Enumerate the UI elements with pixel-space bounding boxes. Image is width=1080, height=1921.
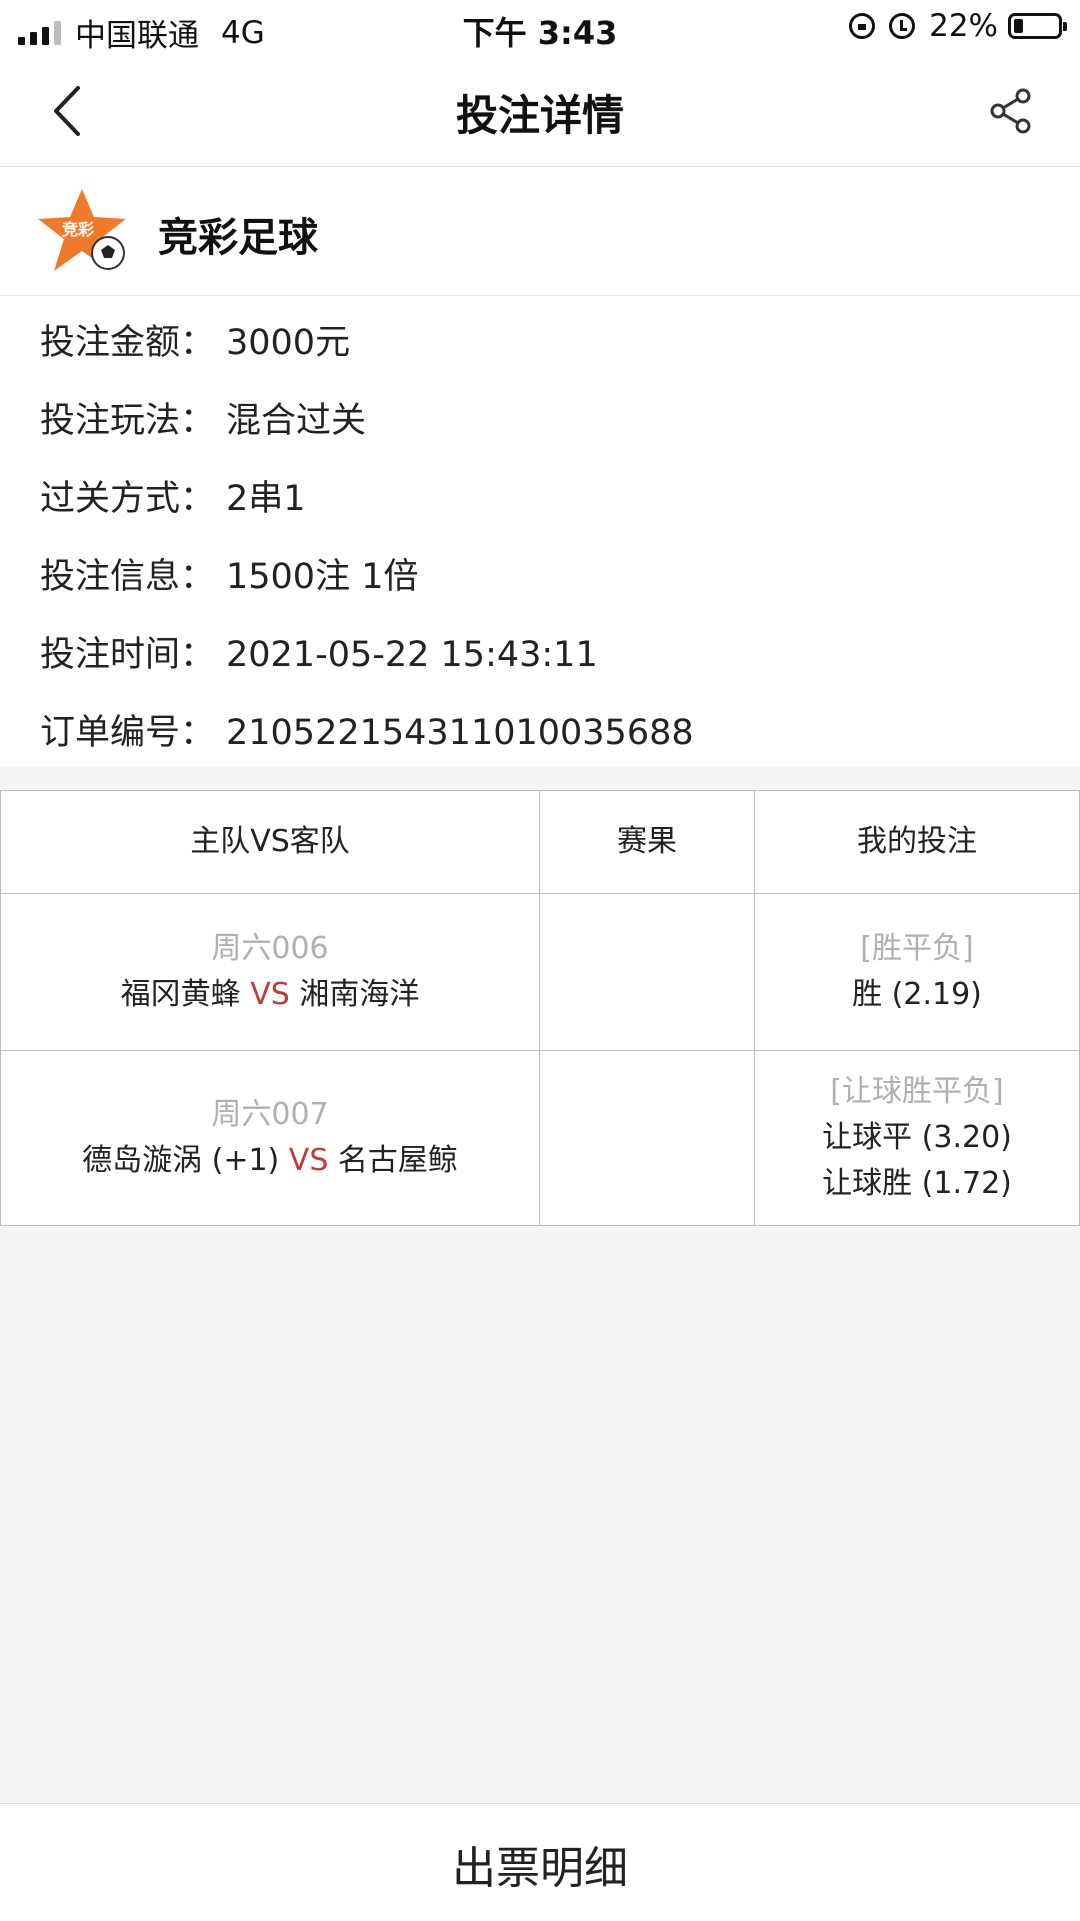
info-label: 投注金额： bbox=[40, 323, 216, 363]
alarm-icon bbox=[889, 13, 916, 39]
lottery-header: 竞彩 竞彩足球 bbox=[0, 167, 1080, 296]
info-value: 混合过关 bbox=[226, 401, 367, 441]
lottery-logo: 竞彩 bbox=[38, 187, 134, 277]
match-teams: 德岛漩涡 (+1) VS 名古屋鲸 bbox=[82, 1138, 458, 1184]
away-team: 湘南海洋 bbox=[299, 977, 420, 1012]
vs-label: VS bbox=[288, 1143, 329, 1178]
header-teams: 主队VS客队 bbox=[0, 791, 539, 893]
info-row-order-no: 订单编号： 2105221543110100356​88 bbox=[40, 704, 694, 755]
info-label: 订单编号： bbox=[40, 713, 216, 753]
info-row-amount: 投注金额： 3000元 bbox=[40, 314, 350, 365]
match-table: 主队VS客队 赛果 我的投注 周六006 福冈黄蜂 VS 湘南海洋 [胜平负] … bbox=[0, 790, 1080, 1226]
share-icon bbox=[990, 88, 1031, 134]
result-cell bbox=[539, 1051, 754, 1225]
bet-selection: 胜 (2.19) bbox=[852, 977, 982, 1012]
bet-cell: [胜平负] 胜 (2.19) bbox=[754, 894, 1080, 1050]
nav-header: 投注详情 bbox=[0, 56, 1080, 167]
info-row-pass-type: 过关方式： 2串1 bbox=[40, 470, 306, 521]
match-cell: 周六006 福冈黄蜂 VS 湘南海洋 bbox=[0, 894, 539, 1050]
home-team: 德岛漩涡 (+1) bbox=[82, 1143, 280, 1178]
table-header-row: 主队VS客队 赛果 我的投注 bbox=[0, 791, 1080, 894]
table-row: 周六007 德岛漩涡 (+1) VS 名古屋鲸 [让球胜平负] 让球平 (3.2… bbox=[0, 1051, 1080, 1225]
table-row: 周六006 福冈黄蜂 VS 湘南海洋 [胜平负] 胜 (2.19) bbox=[0, 894, 1080, 1051]
header-result: 赛果 bbox=[539, 791, 754, 893]
header-my-bet: 我的投注 bbox=[754, 791, 1080, 893]
info-row-play: 投注玩法： 混合过关 bbox=[40, 392, 366, 443]
home-team: 福冈黄蜂 bbox=[120, 977, 241, 1012]
match-code: 周六006 bbox=[211, 931, 329, 966]
ticket-details-button[interactable]: 出票明细 bbox=[0, 1832, 1080, 1896]
info-value: 3000元 bbox=[226, 323, 351, 363]
bet-info: 投注金额： 3000元 投注玩法： 混合过关 过关方式： 2串1 投注信息： 1500注… bbox=[0, 296, 1080, 766]
info-value: 1500注 1倍 bbox=[226, 557, 419, 597]
rotation-lock-icon bbox=[849, 13, 876, 39]
match-code: 周六007 bbox=[211, 1097, 329, 1132]
share-button[interactable] bbox=[986, 86, 1036, 136]
info-value: 2105221543110100356​88 bbox=[226, 713, 694, 753]
bet-type: [胜平负] bbox=[860, 931, 974, 966]
match-cell: 周六007 德岛漩涡 (+1) VS 名古屋鲸 bbox=[0, 1051, 539, 1225]
result-cell bbox=[539, 894, 754, 1050]
info-row-bet-info: 投注信息： 1500注 1倍 bbox=[40, 548, 418, 599]
battery-level bbox=[1014, 19, 1023, 33]
info-label: 投注信息： bbox=[40, 557, 216, 597]
lottery-name: 竞彩足球 bbox=[158, 215, 318, 261]
bet-selection: 让球胜 (1.72) bbox=[822, 1166, 1012, 1201]
bet-type: [让球胜平负] bbox=[830, 1074, 1004, 1109]
bet-selection: 让球平 (3.20) bbox=[822, 1120, 1012, 1155]
info-label: 过关方式： bbox=[40, 479, 216, 519]
away-team: 名古屋鲸 bbox=[337, 1143, 458, 1178]
logo-text: 竞彩 bbox=[62, 220, 94, 239]
page-title: 投注详情 bbox=[455, 91, 624, 140]
info-value: 2串1 bbox=[226, 479, 306, 519]
info-value: 2021-05-22 15:43:11 bbox=[226, 635, 598, 675]
vs-label: VS bbox=[250, 977, 290, 1012]
bet-cell: [让球胜平负] 让球平 (3.20) 让球胜 (1.72) bbox=[754, 1051, 1080, 1225]
battery-percent: 22% bbox=[929, 8, 998, 44]
info-label: 投注玩法： bbox=[40, 401, 216, 441]
status-right: 22% bbox=[849, 8, 1067, 44]
match-teams: 福冈黄蜂 VS 湘南海洋 bbox=[121, 972, 420, 1018]
bottom-bar: 出票明细 bbox=[0, 1803, 1080, 1921]
info-label: 投注时间： bbox=[40, 635, 216, 675]
status-bar: 中国联通 4G 下午 3:43 22% bbox=[0, 0, 1080, 56]
battery-icon bbox=[1008, 13, 1067, 39]
info-row-time: 投注时间： 2021-05-22 15:43:11 bbox=[40, 626, 598, 677]
